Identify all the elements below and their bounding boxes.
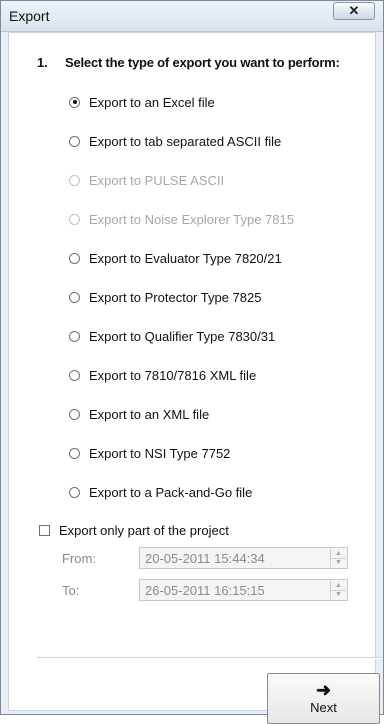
- title-bar: Export ✕: [1, 1, 383, 32]
- radio-label: Export to PULSE ASCII: [89, 172, 225, 188]
- close-button[interactable]: ✕: [333, 2, 375, 20]
- radio-button[interactable]: [69, 369, 80, 381]
- dialog-content: 1. Select the type of export you want to …: [8, 32, 382, 724]
- window-title: Export: [9, 8, 50, 24]
- radio-option-evaluator[interactable]: Export to Evaluator Type 7820/21: [69, 248, 282, 268]
- to-spinner: ▲ ▼: [330, 581, 346, 599]
- radio-option-qualifier[interactable]: Export to Qualifier Type 7830/31: [69, 326, 275, 346]
- radio-label: Export to Noise Explorer Type 7815: [89, 211, 294, 227]
- radio-label: Export to 7810/7816 XML file: [89, 367, 257, 383]
- from-datetime-field: 20-05-2011 15:44:34 ▲ ▼: [139, 547, 348, 569]
- radio-option-pack-and-go[interactable]: Export to a Pack-and-Go file: [69, 482, 252, 502]
- radio-option-7810-xml[interactable]: Export to 7810/7816 XML file: [69, 365, 256, 385]
- next-button[interactable]: ➜ Next: [267, 673, 380, 724]
- radio-option-nsi[interactable]: Export to NSI Type 7752: [69, 443, 230, 463]
- radio-button[interactable]: [69, 330, 80, 342]
- radio-label: Export to Qualifier Type 7830/31: [89, 328, 276, 344]
- spin-up-icon: ▲: [335, 581, 342, 589]
- radio-button: [69, 174, 80, 186]
- radio-button[interactable]: [69, 135, 80, 147]
- radio-label: Export to NSI Type 7752: [89, 445, 231, 461]
- radio-option-pulse-ascii: Export to PULSE ASCII: [69, 170, 224, 190]
- step-number: 1.: [37, 55, 48, 70]
- radio-label: Export to tab separated ASCII file: [89, 133, 282, 149]
- radio-button: [69, 213, 80, 225]
- radio-button[interactable]: [69, 252, 80, 264]
- radio-button[interactable]: [69, 408, 80, 420]
- step-heading: 1. Select the type of export you want to …: [37, 55, 340, 70]
- to-row: To: 26-05-2011 16:15:15 ▲ ▼: [62, 578, 348, 602]
- from-label: From:: [62, 550, 96, 566]
- spin-up-icon: ▲: [335, 549, 342, 557]
- radio-label: Export to Protector Type 7825: [89, 289, 262, 305]
- partial-export-checkbox[interactable]: [39, 524, 50, 536]
- to-datetime-field: 26-05-2011 16:15:15 ▲ ▼: [139, 579, 348, 601]
- radio-label: Export to an Excel file: [89, 94, 215, 110]
- partial-export-checkbox-row[interactable]: Export only part of the project: [39, 520, 229, 540]
- spin-down-icon: ▼: [331, 589, 346, 600]
- bottom-divider: [37, 657, 382, 659]
- arrow-right-icon: ➜: [315, 680, 332, 700]
- close-icon: ✕: [348, 3, 360, 18]
- partial-export-label: Export only part of the project: [59, 522, 229, 538]
- from-spinner: ▲ ▼: [330, 549, 346, 567]
- radio-option-noise-explorer: Export to Noise Explorer Type 7815: [69, 209, 294, 229]
- to-datetime-value: 26-05-2011 16:15:15: [145, 582, 265, 598]
- from-row: From: 20-05-2011 15:44:34 ▲ ▼: [62, 546, 348, 570]
- from-datetime-value: 20-05-2011 15:44:34: [145, 550, 265, 566]
- radio-button[interactable]: [69, 486, 80, 498]
- to-label: To:: [62, 582, 80, 598]
- radio-button[interactable]: [69, 96, 80, 108]
- radio-label: Export to Evaluator Type 7820/21: [89, 250, 282, 266]
- radio-option-protector[interactable]: Export to Protector Type 7825: [69, 287, 261, 307]
- radio-option-xml[interactable]: Export to an XML file: [69, 404, 209, 424]
- spin-down-icon: ▼: [331, 557, 346, 568]
- export-dialog: Export ✕ 1. Select the type of export you…: [0, 0, 384, 724]
- radio-button[interactable]: [69, 447, 80, 459]
- radio-label: Export to a Pack-and-Go file: [89, 484, 253, 500]
- radio-option-excel[interactable]: Export to an Excel file: [69, 92, 215, 112]
- radio-button[interactable]: [69, 291, 80, 303]
- radio-option-tab-separated-ascii[interactable]: Export to tab separated ASCII file: [69, 131, 281, 151]
- radio-label: Export to an XML file: [89, 406, 210, 422]
- next-button-label: Next: [310, 700, 337, 715]
- step-text: Select the type of export you want to pe…: [65, 55, 340, 70]
